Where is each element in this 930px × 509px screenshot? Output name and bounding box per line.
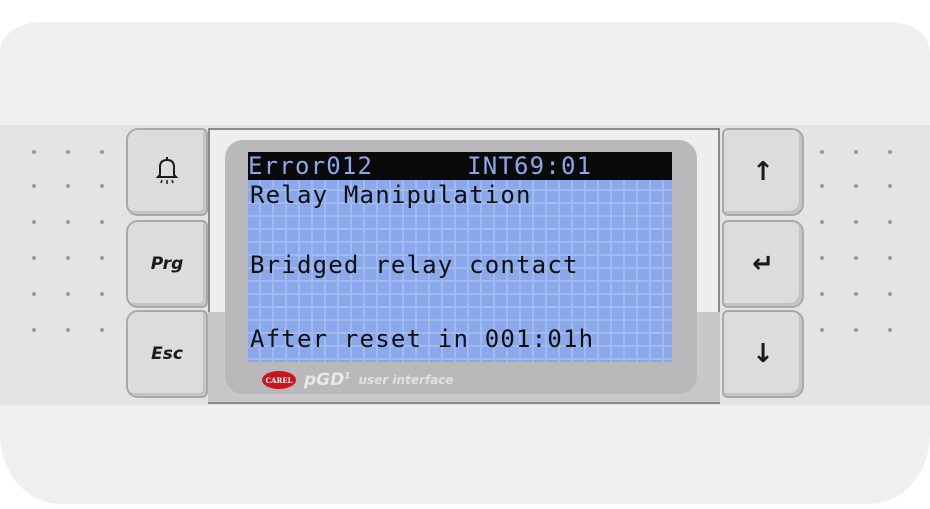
lcd-line-2 [250, 214, 672, 244]
lcd-line-3: Bridged relay contact [250, 251, 579, 279]
alarm-button[interactable] [126, 128, 208, 216]
enter-icon: ↵ [752, 249, 774, 279]
esc-button-label: Esc [151, 344, 183, 364]
esc-button[interactable]: Esc [126, 310, 208, 398]
lcd-screen: Error012 INT69:01 Relay Manipulation Bri… [248, 152, 672, 362]
bell-icon [154, 155, 180, 189]
product-subtitle: user interface [358, 373, 454, 387]
lcd-line-1: Relay Manipulation [250, 181, 532, 209]
prg-button[interactable]: Prg [126, 220, 208, 308]
brand-strip: CAREL pGD1 user interface [262, 370, 453, 390]
enter-button[interactable]: ↵ [722, 220, 804, 308]
lcd-header-line: Error012 INT69:01 [248, 152, 672, 180]
lcd-line-5: After reset in 001:01h [250, 325, 595, 353]
carel-logo: CAREL [262, 371, 296, 389]
arrow-down-icon: ↓ [752, 339, 774, 369]
prg-button-label: Prg [150, 254, 184, 274]
lcd-line-4 [250, 286, 672, 316]
down-button[interactable]: ↓ [722, 310, 804, 398]
arrow-up-icon: ↑ [752, 157, 774, 187]
up-button[interactable]: ↑ [722, 128, 804, 216]
product-name: pGD1 [304, 370, 351, 390]
